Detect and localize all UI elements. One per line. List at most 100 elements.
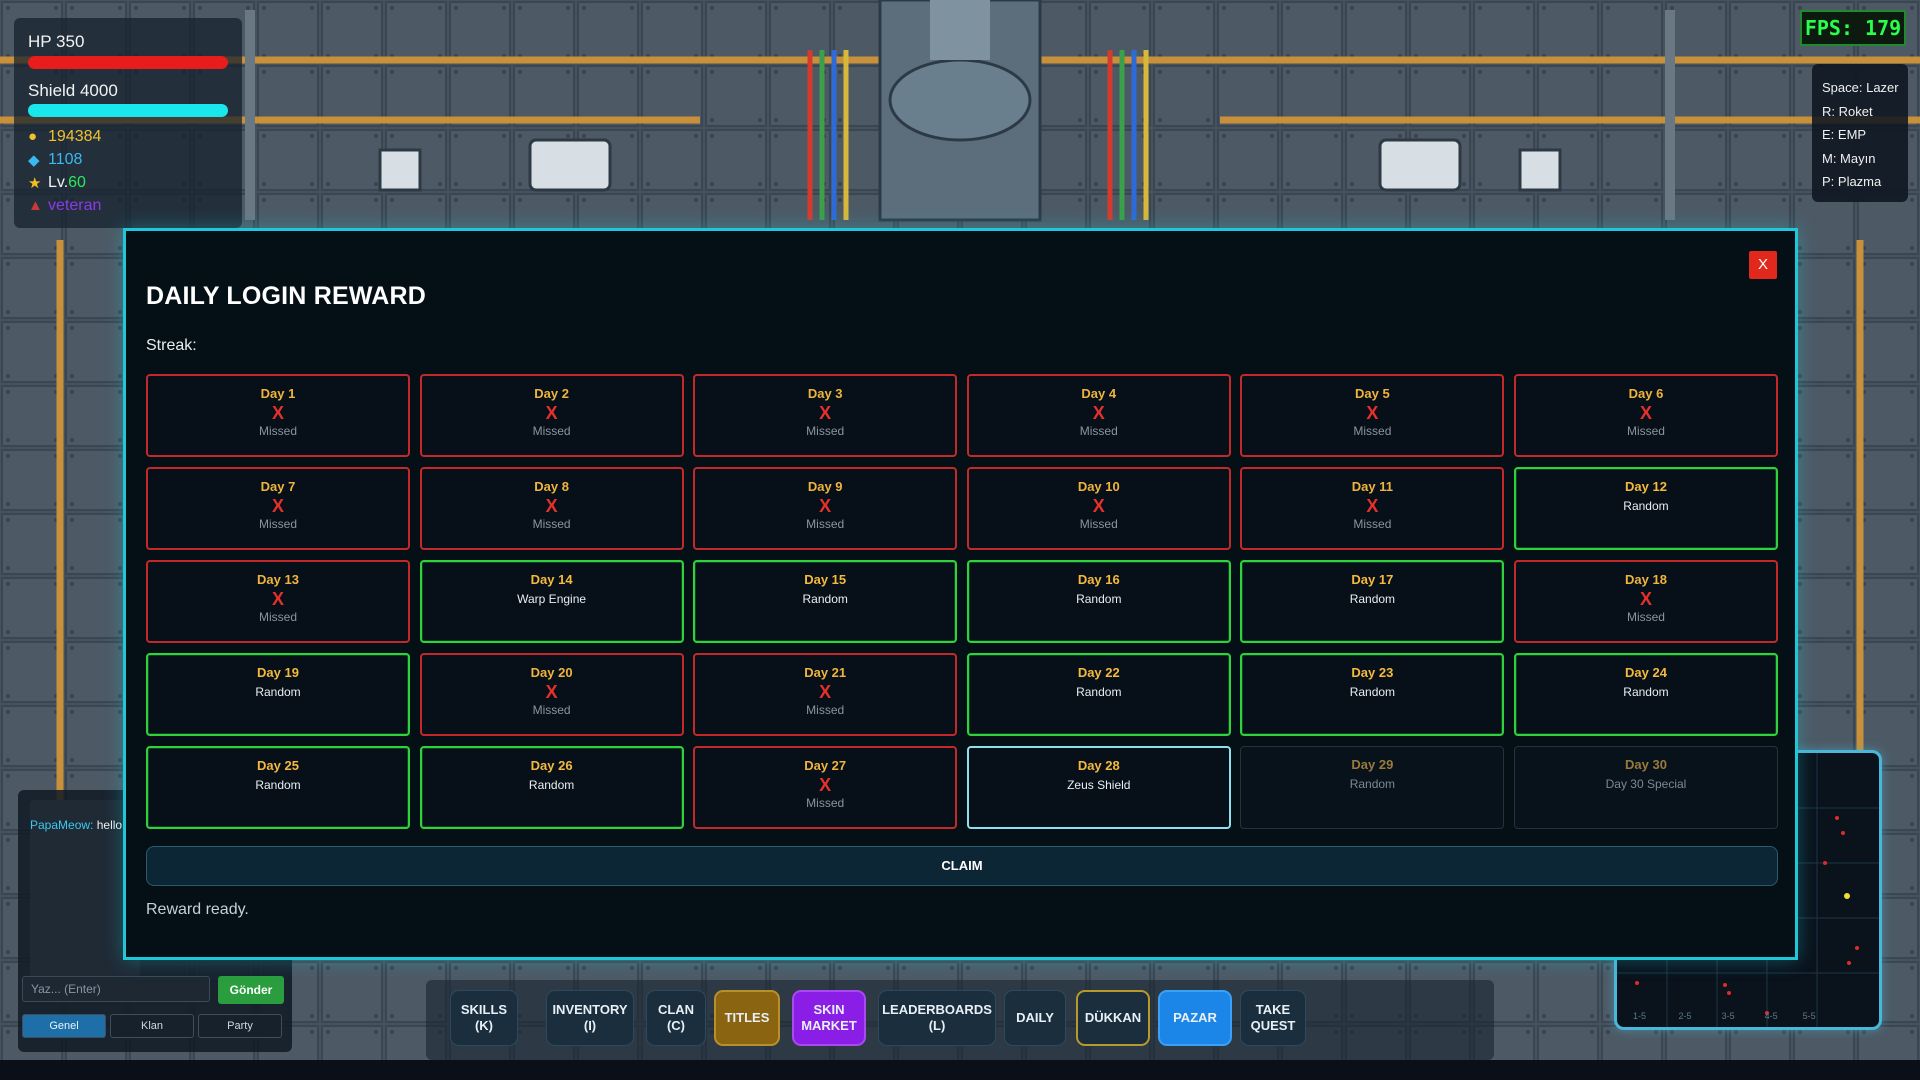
day-label: Day 14 [530, 572, 573, 587]
missed-x-icon: X [819, 682, 832, 702]
dukkan-button[interactable]: DÜKKAN [1076, 990, 1150, 1046]
day-status: Missed [1626, 610, 1665, 624]
level-display: Lv.60 [48, 174, 86, 192]
day-reward: Random [255, 685, 301, 699]
day-reward: Random [1349, 777, 1396, 791]
missed-x-icon: X [819, 403, 832, 423]
day-label: Day 25 [257, 758, 299, 773]
keybind-laser: Space: Lazer [1822, 80, 1899, 95]
day-status: Missed [1079, 424, 1118, 438]
pazar-button[interactable]: PAZAR [1158, 990, 1232, 1046]
chat-sender: PapaMeow: [30, 818, 94, 832]
missed-x-icon: X [1092, 496, 1105, 516]
missed-x-icon: X [819, 775, 832, 795]
fps-counter: FPS: 179 [1800, 10, 1906, 46]
missed-x-icon: X [271, 589, 284, 609]
chat-send-button[interactable]: Gönder [218, 976, 284, 1004]
day-label: Day 4 [1081, 386, 1117, 401]
day-status: Missed [1353, 517, 1392, 531]
day-status: Missed [258, 424, 297, 438]
day-card: Day 29 Random [1240, 746, 1505, 829]
day-label: Day 26 [530, 758, 573, 773]
day-label: Day 11 [1351, 479, 1393, 494]
day-status: Missed [532, 703, 571, 717]
day-label: Day 24 [1625, 665, 1667, 680]
gems-value: 1108 [48, 151, 83, 168]
day-status: Missed [258, 517, 297, 531]
day-card: Day 16 Random [966, 560, 1231, 643]
keybind-plasma: P: Plazma [1822, 174, 1882, 189]
inventory-button[interactable]: INVENTORY (I) [546, 990, 634, 1046]
missed-x-icon: X [545, 403, 558, 423]
day-card: Day 8 X Missed [419, 467, 684, 550]
day-reward: Zeus Shield [1067, 778, 1131, 792]
day-reward: Random [1349, 592, 1396, 606]
hp-bar [28, 56, 228, 69]
rank-icon: ▲ [28, 197, 43, 214]
day-card: Day 20 X Missed [419, 653, 684, 736]
gem-icon: ◆ [28, 152, 40, 169]
day-status: Missed [806, 517, 845, 531]
day-label: Day 19 [257, 665, 299, 680]
day-status: Missed [806, 424, 845, 438]
chat-tab-party[interactable]: Party [198, 1014, 282, 1038]
chat-message: PapaMeow: hello [30, 818, 122, 832]
keybind-emp: E: EMP [1822, 127, 1867, 142]
day-label: Day 13 [257, 572, 299, 587]
day-reward: Random [528, 778, 575, 792]
titles-button[interactable]: TITLES [714, 990, 780, 1046]
missed-x-icon: X [1639, 403, 1652, 423]
day-reward: Random [1623, 499, 1669, 513]
day-status: Missed [532, 424, 571, 438]
skin-market-button[interactable]: SKIN MARKET [792, 990, 866, 1046]
chat-text: hello [96, 818, 123, 832]
day-label: Day 10 [1077, 479, 1120, 494]
keybind-panel: Space: Lazer R: Roket E: EMP M: Mayın P:… [1812, 64, 1908, 202]
day-status: Missed [1079, 517, 1118, 531]
day-label: Day 12 [1625, 479, 1667, 494]
day-card: Day 10 X Missed [966, 467, 1231, 550]
day-card: Day 23 Random [1240, 653, 1505, 736]
day-card: Day 24 Random [1513, 653, 1778, 736]
day-reward: Random [1623, 685, 1669, 699]
day-card[interactable]: Day 28 Zeus Shield [966, 746, 1231, 829]
star-icon: ★ [28, 175, 42, 192]
day-label: Day 27 [804, 758, 847, 773]
day-card: Day 7 X Missed [146, 467, 410, 550]
shield-bar [28, 104, 228, 117]
day-label: Day 21 [804, 665, 847, 680]
chat-tab-general[interactable]: Genel [22, 1014, 106, 1038]
day-card: Day 13 X Missed [146, 560, 410, 643]
take-quest-button[interactable]: TAKE QUEST [1240, 990, 1306, 1046]
missed-x-icon: X [271, 403, 284, 423]
hp-label: HP 350 [28, 32, 85, 51]
day-card: Day 9 X Missed [693, 467, 958, 550]
close-button[interactable]: X [1749, 251, 1777, 279]
leaderboards-button[interactable]: LEADERBOARDS (L) [878, 990, 996, 1046]
clan-button[interactable]: CLAN (C) [646, 990, 706, 1046]
day-label: Day 17 [1351, 572, 1394, 587]
missed-x-icon: X [271, 496, 284, 516]
day-label: Day 9 [807, 479, 843, 494]
day-label: Day 28 [1077, 758, 1120, 773]
day-grid: Day 1 X Missed Day 2 X Missed Day 3 X Missed Day … [146, 374, 1778, 829]
minimap-column-labels: 1-5 2-5 3-5 4-5 5-5 [1633, 1011, 1816, 1021]
level-prefix: Lv. [48, 174, 69, 191]
claim-button[interactable]: CLAIM [146, 846, 1778, 886]
chat-input[interactable] [22, 976, 210, 1002]
day-reward: Day 30 Special [1605, 777, 1687, 791]
chat-tab-clan[interactable]: Klan [110, 1014, 194, 1038]
day-label: Day 20 [530, 665, 573, 680]
level-value: 60 [68, 174, 86, 191]
day-label: Day 6 [1628, 386, 1664, 401]
day-reward: Random [1076, 685, 1122, 699]
day-status: Missed [806, 703, 845, 717]
skills-button[interactable]: SKILLS (K) [450, 990, 518, 1046]
missed-x-icon: X [545, 496, 558, 516]
day-card: Day 14 Warp Engine [419, 560, 684, 643]
day-card: Day 19 Random [146, 653, 410, 736]
day-status: Missed [532, 517, 571, 531]
day-card: Day 11 X Missed [1240, 467, 1505, 550]
day-card: Day 26 Random [419, 746, 684, 829]
daily-button[interactable]: DAILY [1004, 990, 1066, 1046]
